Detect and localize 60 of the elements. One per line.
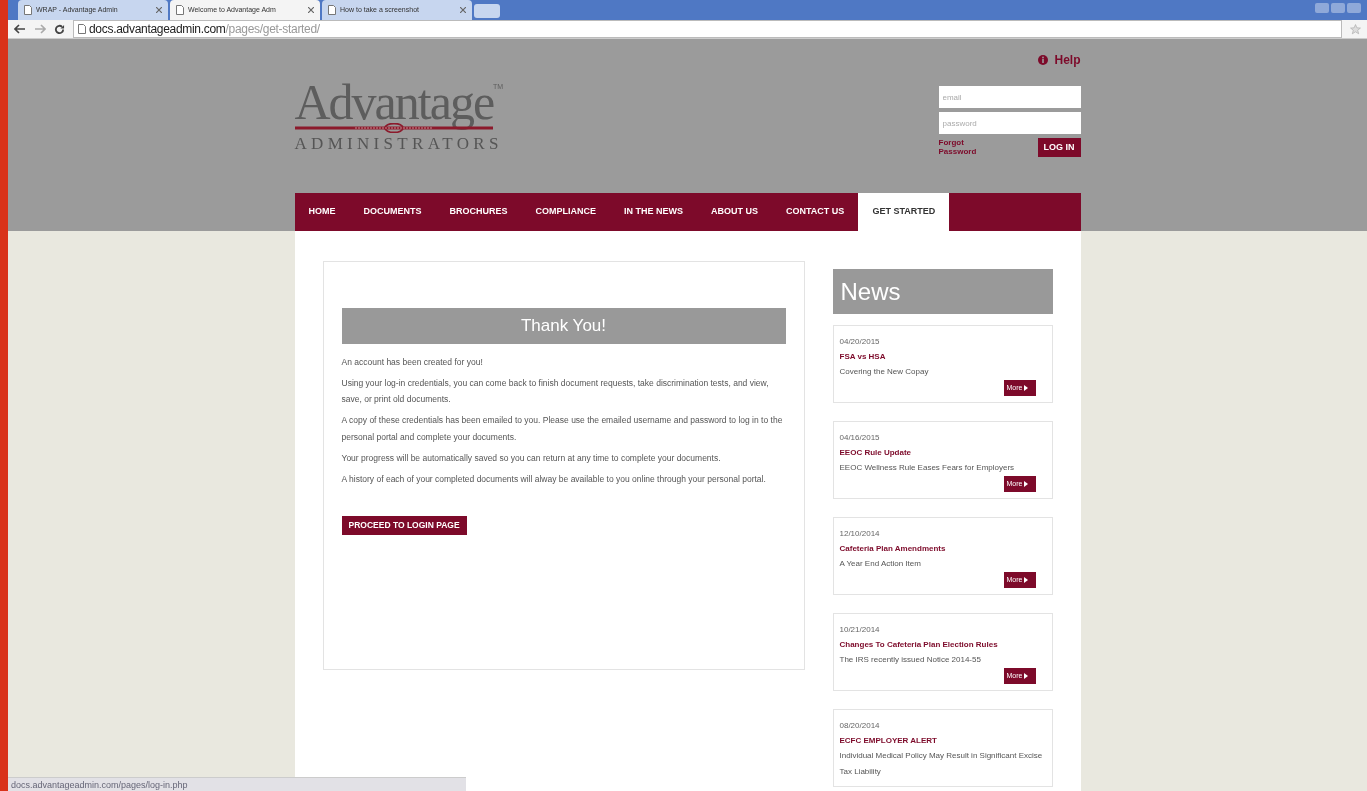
news-date: 12/10/2014 xyxy=(839,528,881,540)
password-field[interactable]: password xyxy=(938,112,1081,134)
minimize-button[interactable] xyxy=(1315,3,1329,13)
nav-tab[interactable]: DOCUMENTS xyxy=(349,193,436,231)
paragraph: An account has been created for you! xyxy=(341,356,484,369)
play-arrow-icon xyxy=(1024,384,1029,391)
news-summary: A Year End Action Item xyxy=(839,558,922,571)
nav-tab[interactable]: IN THE NEWS xyxy=(610,193,698,231)
news-title-link[interactable]: EEOC Rule Update xyxy=(839,445,1046,461)
paragraph: A history of each of your completed documents will alway be available to you online through your personal portal. xyxy=(341,472,767,486)
email-field[interactable]: email xyxy=(938,86,1081,108)
close-icon[interactable] xyxy=(308,6,314,13)
reload-icon[interactable] xyxy=(54,23,65,35)
back-icon[interactable] xyxy=(14,24,26,34)
page-icon xyxy=(78,24,86,34)
address-bar[interactable]: docs.advantageadmin.com/pages/get-started/ xyxy=(73,20,1342,38)
close-button[interactable] xyxy=(1347,3,1361,13)
new-tab-button[interactable] xyxy=(474,4,500,18)
nav-tab[interactable]: COMPLIANCE xyxy=(521,193,610,231)
news-summary: The IRS recently issued Notice 2014-55 xyxy=(839,654,982,667)
help-link[interactable]: Help xyxy=(938,51,1081,69)
news-date: 04/16/2015 xyxy=(839,432,881,444)
nav-tab[interactable]: BROCHURES xyxy=(435,193,522,231)
close-icon[interactable] xyxy=(460,6,466,13)
forgot-password-link[interactable]: Forgot Password xyxy=(938,138,989,157)
paragraph: A copy of these credentials has been emailed to you. Please use the emailed username and password to log in to the personal portal and complete your documents. xyxy=(341,414,784,444)
news-title-link[interactable]: ECFC EMPLOYER ALERT xyxy=(839,733,1046,749)
nav-tab[interactable]: HOME xyxy=(294,193,350,231)
thank-you-heading: Thank You! xyxy=(341,308,786,344)
login-button[interactable]: LOG IN xyxy=(1037,138,1081,157)
nav-tab[interactable]: CONTACT US xyxy=(772,193,859,231)
star-icon[interactable] xyxy=(1350,23,1361,35)
news-summary: Covering the New Copay xyxy=(839,366,930,379)
news-summary: EEOC Wellness Rule Eases Fears for Employers xyxy=(839,462,1016,475)
maximize-button[interactable] xyxy=(1331,3,1345,13)
page-icon xyxy=(328,5,336,15)
news-title-link[interactable]: Cafeteria Plan Amendments xyxy=(839,541,1046,557)
news-title-link[interactable]: FSA vs HSA xyxy=(839,349,1046,365)
news-heading: News xyxy=(832,269,1053,314)
paragraph: Your progress will be automatically saved so you can return at any time to complete your documents. xyxy=(341,451,722,465)
logo-subtitle: ADMINISTRATORS xyxy=(294,135,504,152)
news-date: 04/20/2015 xyxy=(839,336,881,348)
url-text: docs.advantageadmin.com/pages/get-started/ xyxy=(89,21,320,38)
news-date: 08/20/2014 xyxy=(839,720,881,732)
play-arrow-icon xyxy=(1024,576,1029,583)
close-icon[interactable] xyxy=(156,6,162,13)
play-arrow-icon xyxy=(1024,672,1029,679)
page-icon xyxy=(176,5,184,15)
proceed-button[interactable]: PROCEED TO LOGIN PAGE xyxy=(341,516,467,535)
status-url: docs.advantageadmin.com/pages/log-in.php xyxy=(8,777,466,791)
page-icon xyxy=(24,5,32,15)
news-summary: Individual Medical Policy May Result in Significant Excise Tax Liability xyxy=(839,750,1044,778)
nav-tab[interactable]: GET STARTED xyxy=(858,193,950,231)
info-icon xyxy=(1038,55,1049,65)
paragraph: Using your log-in credentials, you can come back to finish document requests, take discrimination tests, and view, save, or print old documents. xyxy=(341,377,770,407)
news-title-link[interactable]: Changes To Cafeteria Plan Election Rules xyxy=(839,637,1046,653)
news-date: 10/21/2014 xyxy=(839,624,881,636)
nav-tab[interactable]: ABOUT US xyxy=(697,193,773,231)
play-arrow-icon xyxy=(1024,480,1029,487)
forward-icon[interactable] xyxy=(34,24,46,34)
